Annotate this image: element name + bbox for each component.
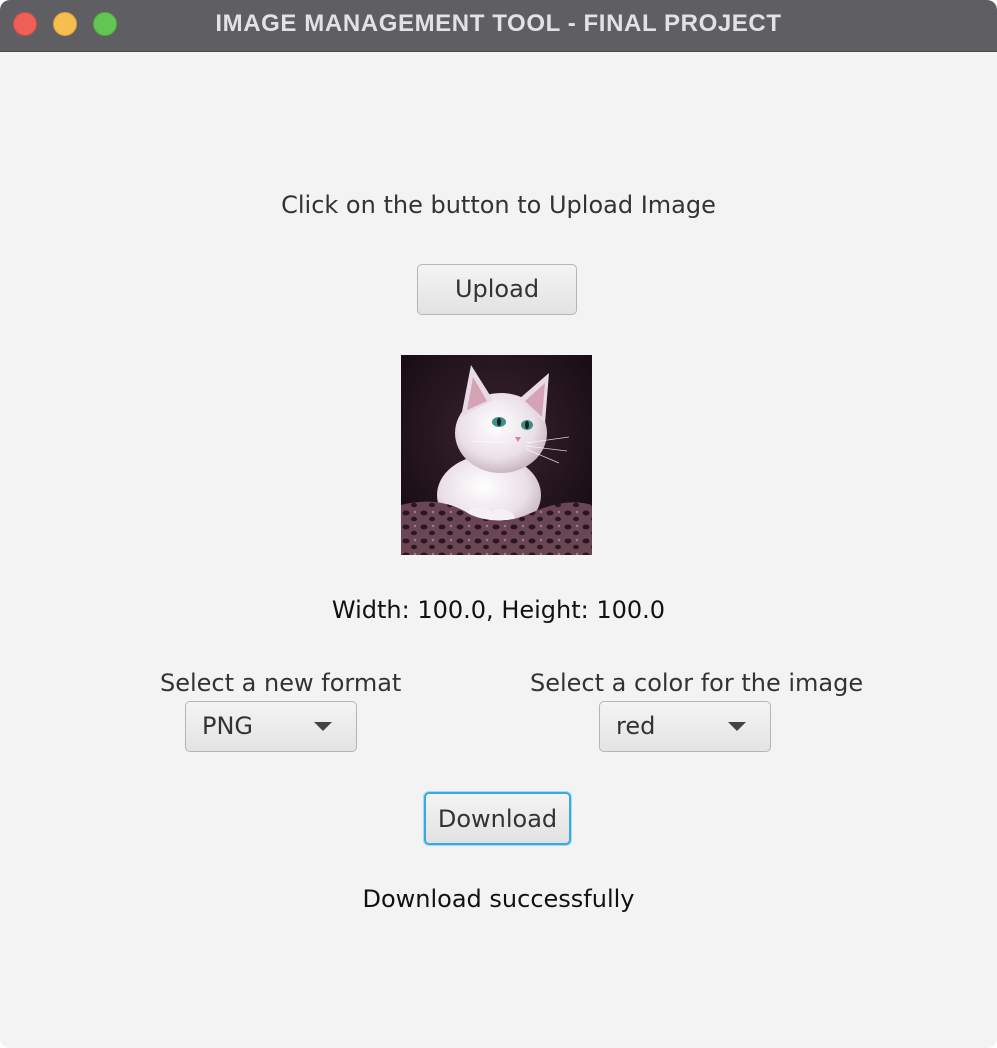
- upload-prompt-label: Click on the button to Upload Image: [281, 191, 716, 219]
- color-selected-value: red: [616, 712, 656, 740]
- chevron-down-icon: [728, 722, 746, 731]
- color-dropdown[interactable]: red: [599, 701, 771, 752]
- kitten-image: [401, 355, 592, 555]
- image-dimensions-text: Width: 100.0, Height: 100.0: [331, 596, 666, 624]
- color-select-label: Select a color for the image: [530, 669, 864, 697]
- format-select-label: Select a new format: [160, 669, 402, 697]
- download-status-text: Download successfully: [362, 885, 635, 913]
- chevron-down-icon: [314, 722, 332, 731]
- format-selected-value: PNG: [202, 712, 254, 740]
- title-bar: IMAGE MANAGEMENT TOOL - FINAL PROJECT: [0, 0, 997, 52]
- window-title: IMAGE MANAGEMENT TOOL - FINAL PROJECT: [215, 10, 782, 37]
- upload-button[interactable]: Upload: [417, 264, 577, 315]
- format-dropdown[interactable]: PNG: [185, 701, 357, 752]
- download-button[interactable]: Download: [424, 792, 571, 845]
- app-window: IMAGE MANAGEMENT TOOL - FINAL PROJECT Cl…: [0, 0, 997, 1048]
